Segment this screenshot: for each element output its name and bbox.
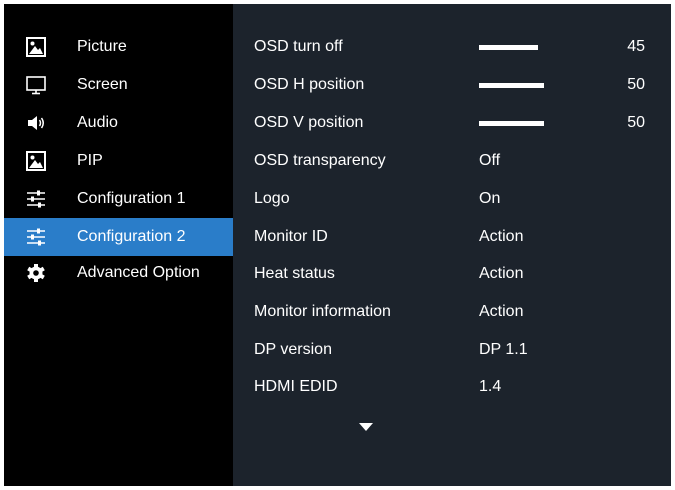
setting-osd-transparency[interactable]: OSD transparency Off [233, 142, 671, 180]
sidebar-item-pip[interactable]: PIP [4, 142, 233, 180]
setting-osd-h-position[interactable]: OSD H position 50 [233, 66, 671, 104]
gear-icon [27, 264, 45, 282]
sidebar-item-configuration-2[interactable]: Configuration 2 [4, 218, 233, 256]
sliders-icon [27, 228, 45, 246]
setting-label: OSD turn off [254, 38, 343, 55]
slider-value: 50 [627, 76, 645, 93]
setting-label: HDMI EDID [254, 378, 338, 395]
triangle-down-icon[interactable] [358, 422, 374, 432]
sidebar-item-label: PIP [77, 152, 103, 169]
setting-heat-status[interactable]: Heat status Action [233, 255, 671, 293]
sidebar-item-label: Screen [77, 76, 128, 93]
setting-value: On [479, 190, 501, 207]
setting-osd-turn-off[interactable]: OSD turn off 45 [233, 28, 671, 66]
setting-dp-version[interactable]: DP version DP 1.1 [233, 331, 671, 369]
setting-label: Monitor information [254, 303, 391, 320]
picture-icon [26, 37, 46, 57]
sidebar-item-label: Advanced Option [77, 264, 200, 281]
screen-icon [26, 76, 46, 95]
sidebar-item-label: Configuration 1 [77, 190, 186, 207]
setting-label: Logo [254, 190, 290, 207]
setting-value: Action [479, 265, 524, 282]
sidebar-item-label: Configuration 2 [77, 228, 186, 245]
setting-monitor-information[interactable]: Monitor information Action [233, 293, 671, 331]
sidebar-item-advanced-option[interactable]: Advanced Option [4, 254, 233, 292]
slider-bar[interactable] [479, 83, 544, 88]
setting-osd-v-position[interactable]: OSD V position 50 [233, 104, 671, 142]
slider-value: 50 [627, 114, 645, 131]
sidebar-item-configuration-1[interactable]: Configuration 1 [4, 180, 233, 218]
settings-panel: OSD turn off 45 OSD H position 50 OSD V … [233, 4, 671, 486]
setting-value: Action [479, 228, 524, 245]
sidebar-item-audio[interactable]: Audio [4, 104, 233, 142]
speaker-icon [28, 116, 44, 130]
osd-menu: Picture Screen Audio PIP Configuration 1… [4, 4, 671, 486]
setting-label: OSD transparency [254, 152, 386, 169]
sliders-icon [27, 190, 45, 208]
setting-logo[interactable]: Logo On [233, 180, 671, 218]
sidebar: Picture Screen Audio PIP Configuration 1… [4, 4, 233, 486]
setting-value: 1.4 [479, 378, 502, 395]
sidebar-item-label: Audio [77, 114, 118, 131]
setting-label: OSD H position [254, 76, 365, 93]
sidebar-item-screen[interactable]: Screen [4, 66, 233, 104]
setting-hdmi-edid[interactable]: HDMI EDID 1.4 [233, 368, 671, 406]
sidebar-item-label: Picture [77, 38, 127, 55]
setting-label: DP version [254, 341, 332, 358]
pip-icon [26, 151, 46, 171]
setting-value: DP 1.1 [479, 341, 528, 358]
slider-bar[interactable] [479, 45, 538, 50]
setting-value: Off [479, 152, 501, 169]
setting-value: Action [479, 303, 524, 320]
slider-bar[interactable] [479, 121, 544, 126]
setting-monitor-id[interactable]: Monitor ID Action [233, 218, 671, 256]
setting-label: Monitor ID [254, 228, 328, 245]
setting-label: Heat status [254, 265, 335, 282]
sidebar-item-picture[interactable]: Picture [4, 28, 233, 66]
setting-label: OSD V position [254, 114, 364, 131]
slider-value: 45 [627, 38, 645, 55]
